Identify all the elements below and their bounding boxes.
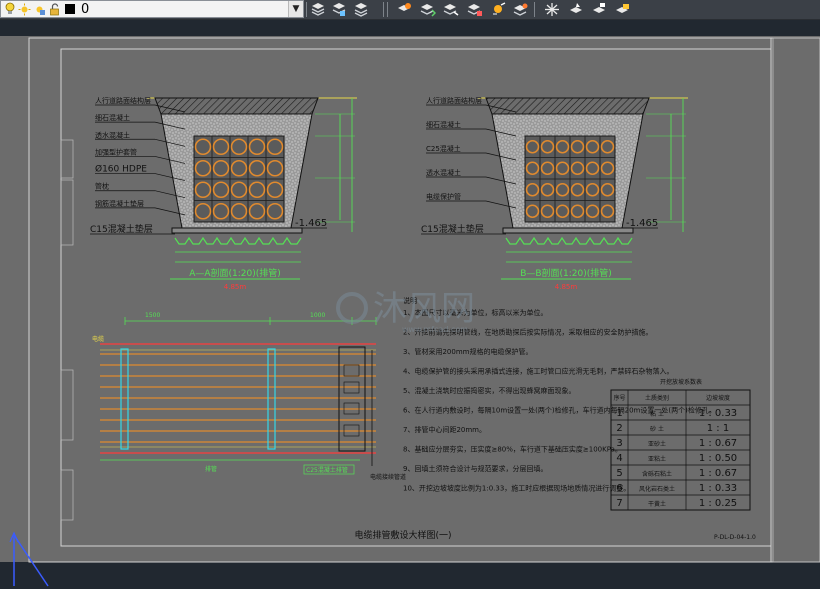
- cad-drawing: 人行道路面结构层细石混凝土透水混凝土加强型护套管Ø160 HDPE管枕钢筋混凝土…: [0, 20, 820, 589]
- section-label: 人行道路面结构层: [426, 96, 482, 105]
- plan-label: 电缆接续管道: [370, 473, 406, 481]
- section-label: 透水混凝土: [426, 168, 461, 177]
- layer-unisolate-icon[interactable]: [396, 1, 413, 17]
- layer-toolbar: 0 ▼: [0, 0, 820, 20]
- pavement-layer: [154, 97, 319, 115]
- current-layer-name: 0: [81, 1, 90, 17]
- layer-lock-icon[interactable]: [512, 1, 529, 17]
- layer-match-icon[interactable]: [330, 1, 347, 17]
- section-label: 细石混凝土: [95, 113, 130, 122]
- section-label: 钢筋混凝土垫层: [95, 199, 144, 208]
- layer-merge-icon[interactable]: [442, 1, 459, 17]
- table-cell: 4: [616, 453, 622, 464]
- table-header: 土质类别: [645, 394, 669, 402]
- section-label: Ø160 HDPE: [95, 164, 147, 175]
- toolbar-separator: [387, 2, 388, 17]
- table-cell: 5: [616, 468, 622, 479]
- concrete-slab: [171, 227, 303, 234]
- table-cell: 1 : 0.25: [699, 498, 737, 509]
- toolbar-separator: [383, 2, 384, 17]
- layer-previous-icon[interactable]: [309, 1, 326, 17]
- dim-text: 1500: [145, 312, 160, 319]
- note-item: 5、混凝土浇筑时应振捣密实，不得出现蜂窝麻面现象。: [403, 386, 575, 395]
- note-item: 4、电缆保护管的接头采用承插式连接，施工时管口应光滑无毛刺，严禁碎石杂物落入。: [403, 367, 673, 376]
- watermark-url: www.mfcad.com: [402, 325, 468, 334]
- layer-walk-icon[interactable]: [419, 1, 436, 17]
- section-title: B—B剖面(1:20)(排管): [520, 267, 612, 279]
- table-cell: 1 : 0.67: [699, 438, 737, 449]
- table-cell: 1 : 1: [707, 423, 729, 434]
- plan-label: 排管: [205, 465, 217, 473]
- table-header: 边坡坡度: [706, 394, 730, 402]
- table-cell: 2: [616, 423, 622, 434]
- plan-label: C25混凝土排管: [306, 466, 348, 474]
- table-cell: 6: [616, 483, 622, 494]
- note-item: 7、排管中心间距20mm。: [403, 425, 486, 434]
- toolbar-separator: [306, 2, 307, 17]
- section-label: 人行道路面结构层: [95, 96, 151, 105]
- section-label: C25混凝土: [426, 144, 461, 153]
- table-cell: 含砾石粘土: [642, 470, 672, 478]
- note-item: 3、管材采用200mm规格的电缆保护管。: [403, 347, 532, 356]
- layer-off-icon[interactable]: [466, 1, 483, 17]
- slab-label: C15混凝土垫层: [90, 223, 153, 235]
- layer-freeze-icon[interactable]: [490, 1, 507, 17]
- layer-state-icon[interactable]: [590, 1, 607, 17]
- sheet-number: P-DL-D-04-1.0: [714, 534, 756, 541]
- sun-frozen-icon[interactable]: [33, 2, 46, 16]
- note-item: 9、回填土须符合设计与规范要求，分层回填。: [403, 464, 547, 473]
- note-item: 6、在人行道内敷设时，每隔10m设置一处(两个)检修孔，车行道内每隔20m设置一…: [403, 406, 716, 415]
- table-cell: 砂 土: [650, 425, 664, 433]
- bulb-icon[interactable]: [3, 2, 16, 16]
- elevation-label: -1.465: [626, 218, 658, 229]
- section-subtitle: 4.85m: [224, 283, 247, 291]
- table-cell: 粘 土: [650, 410, 664, 418]
- drawing-canvas[interactable]: 人行道路面结构层 细石混凝土 透水混凝土 加强型护套管 Ø160 HDPE 管枕 钢筋混凝土…: [0, 20, 820, 589]
- table-cell: 1 : 0.67: [699, 468, 737, 479]
- table-cell: 亚砂土: [648, 440, 666, 448]
- table-cell: 风化岩石类土: [639, 485, 675, 493]
- table-cell: 1: [616, 408, 622, 419]
- slab-label: C15混凝土垫层: [421, 223, 484, 235]
- section-label: 细石混凝土: [426, 120, 461, 129]
- table-cell: 亚粘土: [648, 455, 666, 463]
- concrete-slab: [502, 227, 634, 234]
- section-subtitle: 4.85m: [555, 283, 578, 291]
- table-title: 开挖放坡系数表: [660, 378, 702, 386]
- table-cell: 1 : 0.33: [699, 483, 737, 494]
- table-header: 序号: [613, 394, 625, 402]
- watermark-text: 沐风网: [373, 289, 475, 329]
- plan-label: 电缆: [92, 335, 104, 343]
- layer-isolate-icon[interactable]: [352, 1, 369, 17]
- elevation-label: -1.465: [295, 218, 327, 229]
- lock-open-icon[interactable]: [48, 2, 61, 16]
- section-label: 电缆保护管: [426, 192, 461, 201]
- table-cell: 1 : 0.33: [699, 408, 737, 419]
- layer-unlock-icon[interactable]: [543, 1, 560, 17]
- chevron-down-icon[interactable]: ▼: [288, 1, 303, 17]
- dim-text: 1000: [310, 312, 325, 319]
- section-title: A—A剖面(1:20)(排管): [189, 267, 281, 279]
- table-cell: 3: [616, 438, 622, 449]
- table-cell: 7: [616, 498, 622, 509]
- section-label: 透水混凝土: [95, 130, 130, 139]
- layer-color-swatch: [65, 4, 75, 14]
- pavement-layer: [485, 97, 650, 115]
- sun-icon[interactable]: [18, 2, 31, 16]
- table-cell: 1 : 0.50: [699, 453, 737, 464]
- sheet-title: 电缆排管敷设大样图(一): [354, 529, 451, 541]
- layer-settings-icon[interactable]: [613, 1, 630, 17]
- toolbar-separator: [534, 2, 535, 17]
- layer-current-icon[interactable]: [567, 1, 584, 17]
- note-item: 10、开挖边坡坡度比例为1:0.33，施工时应根据现场地质情况进行调整。: [403, 484, 630, 493]
- section-label: 加强型护套管: [95, 147, 137, 156]
- table-cell: 干黄土: [648, 500, 666, 508]
- note-item: 8、基础应分层夯实，压实度≥80%，车行道下基础压实度≥100KPa。: [403, 445, 622, 454]
- layer-dropdown[interactable]: 0 ▼: [0, 0, 304, 18]
- section-label: 管枕: [95, 182, 109, 191]
